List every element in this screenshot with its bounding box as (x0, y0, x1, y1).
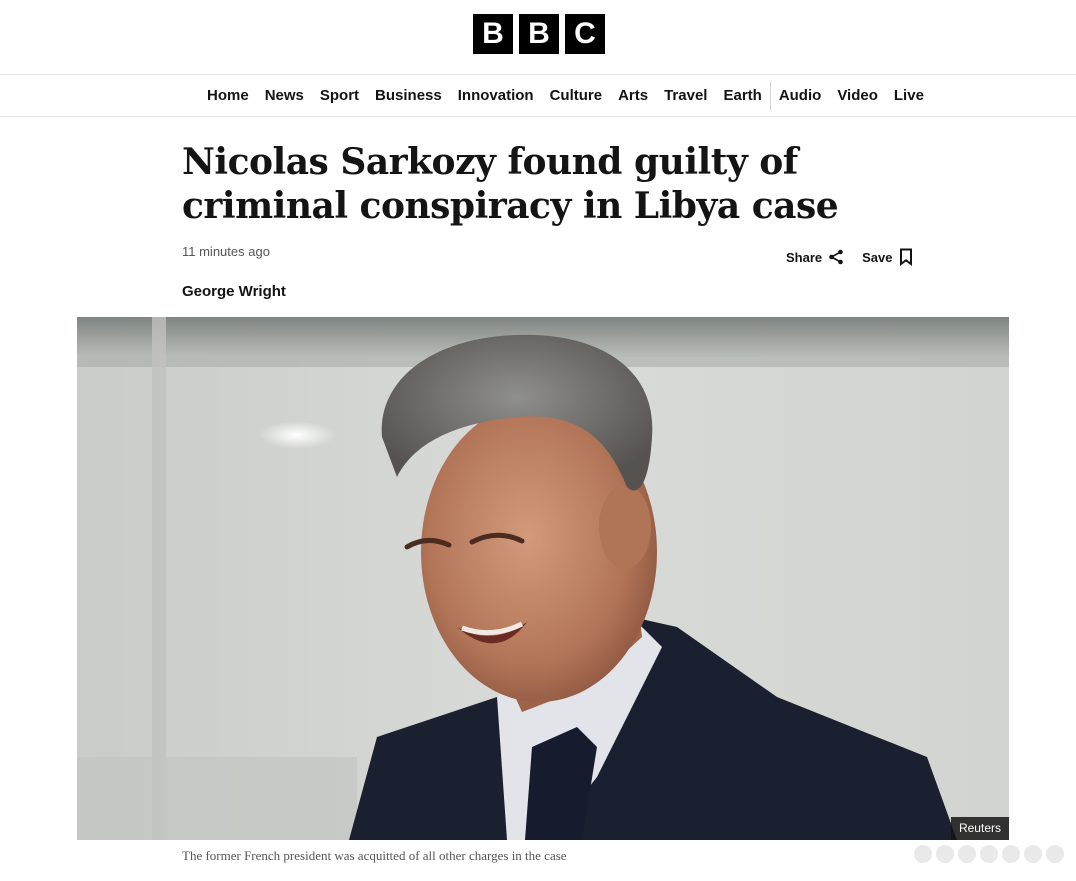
article-timestamp: 11 minutes ago (182, 244, 270, 259)
masthead: B B C (0, 0, 1076, 75)
save-label: Save (862, 249, 893, 265)
watermark-dot (980, 845, 998, 863)
bookmark-icon (899, 248, 913, 266)
watermark-dot (958, 845, 976, 863)
share-label: Share (786, 249, 823, 265)
image-caption: The former French president was acquitte… (182, 848, 567, 863)
watermark-dot (1046, 845, 1064, 863)
watermark (914, 845, 1064, 863)
watermark-dot (1024, 845, 1042, 863)
nav-item-business[interactable]: Business (367, 75, 450, 117)
nav-item-news[interactable]: News (257, 75, 312, 117)
image-credit: Reuters (950, 817, 1009, 840)
nav-list: Home News Sport Business Innovation Cult… (199, 75, 932, 117)
nav-item-travel[interactable]: Travel (656, 75, 715, 117)
bbc-logo[interactable]: B B C (473, 14, 605, 54)
nav-item-arts[interactable]: Arts (610, 75, 656, 117)
main-nav: Home News Sport Business Innovation Cult… (0, 75, 1076, 117)
logo-letter: B (519, 14, 559, 54)
article-actions: Share Save (786, 248, 913, 266)
hero-photo (77, 317, 1009, 840)
watermark-dot (914, 845, 932, 863)
nav-item-innovation[interactable]: Innovation (450, 75, 542, 117)
share-button[interactable]: Share (786, 249, 844, 265)
article-headline: Nicolas Sarkozy found guilty of criminal… (182, 141, 839, 227)
share-icon (828, 249, 844, 265)
nav-item-sport[interactable]: Sport (312, 75, 367, 117)
nav-item-video[interactable]: Video (829, 75, 886, 117)
nav-item-home[interactable]: Home (199, 75, 257, 117)
logo-letter: B (473, 14, 513, 54)
nav-item-audio[interactable]: Audio (771, 75, 830, 117)
nav-item-live[interactable]: Live (886, 75, 932, 117)
watermark-dot (936, 845, 954, 863)
article-byline[interactable]: George Wright (182, 283, 286, 300)
watermark-dot (1002, 845, 1020, 863)
save-button[interactable]: Save (862, 248, 912, 266)
logo-letter: C (565, 14, 605, 54)
nav-item-earth[interactable]: Earth (715, 75, 769, 117)
nav-item-culture[interactable]: Culture (542, 75, 611, 117)
hero-image: Reuters (77, 317, 1009, 840)
